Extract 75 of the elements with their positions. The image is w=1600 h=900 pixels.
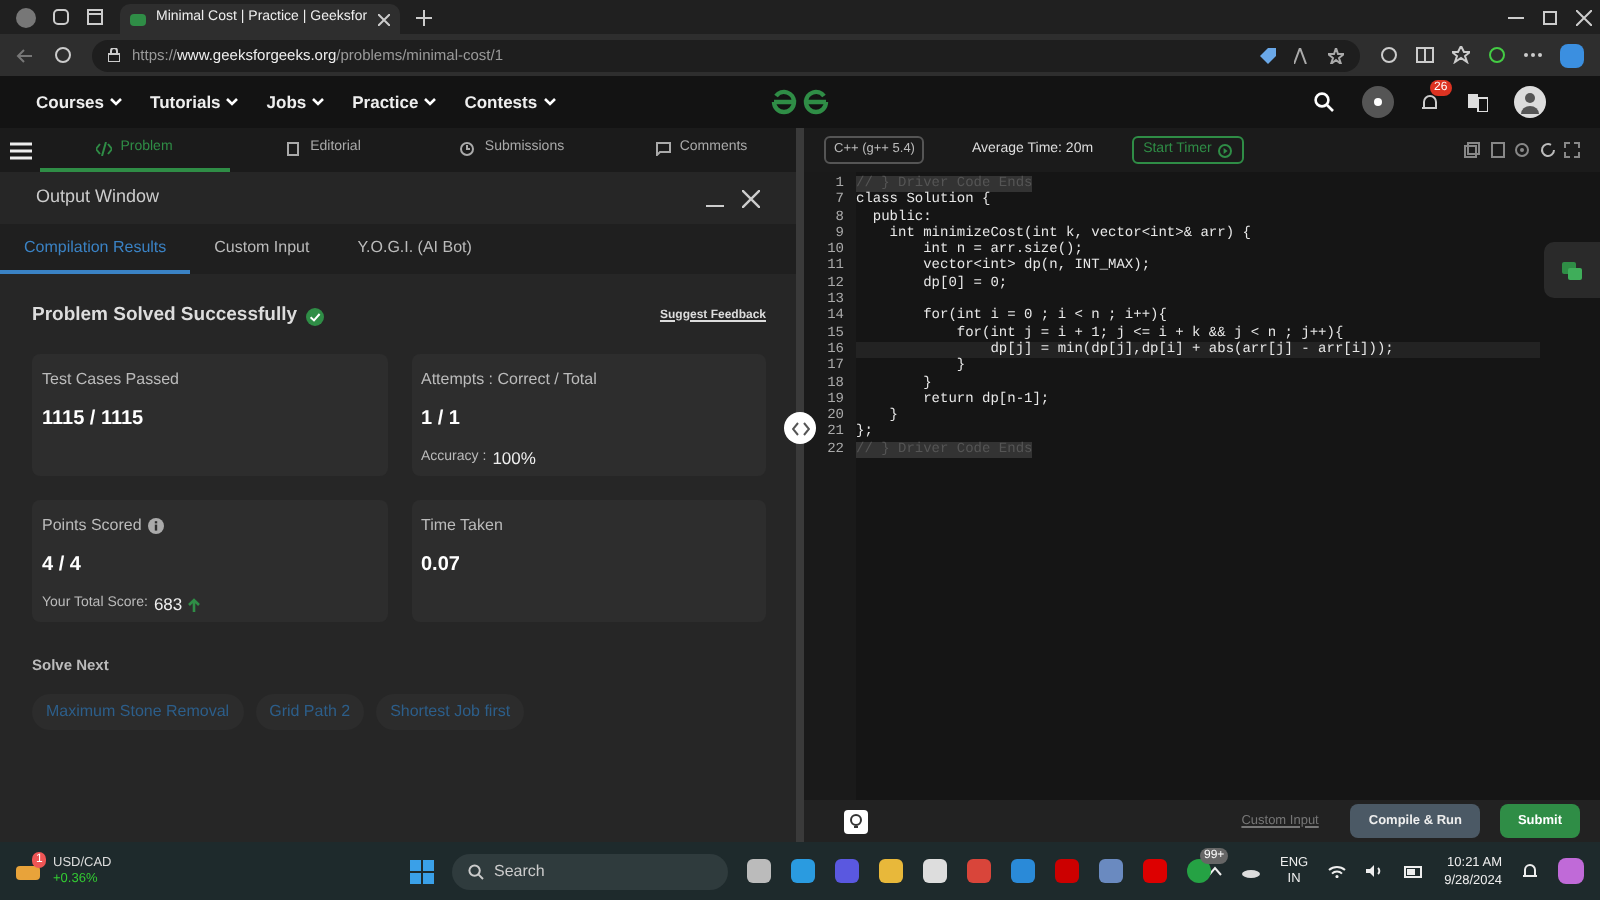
cloud-icon[interactable] [1241,865,1260,877]
copy-icon[interactable] [1464,142,1480,158]
file-icon[interactable] [1489,142,1505,158]
back-icon[interactable] [16,47,34,63]
output-tab[interactable]: Compilation Results [0,224,191,274]
stat-value: 4 / 4 [42,552,83,580]
favorites-icon[interactable] [1452,46,1470,64]
fullscreen-icon[interactable] [1564,142,1580,158]
menu-icon[interactable] [9,141,31,159]
more-icon[interactable] [1524,52,1542,58]
notification-bell-icon[interactable] [1522,862,1538,880]
chat-button[interactable] [1544,242,1600,298]
code-icon [96,141,113,155]
bell-icon[interactable] [1420,92,1440,112]
profile-avatar-icon[interactable] [16,7,36,27]
split-screen-icon[interactable] [1416,46,1434,64]
chevron-icon [226,98,239,106]
close-icon[interactable] [377,13,390,25]
chat-icon [1562,261,1582,279]
info-icon [147,518,164,534]
stat-label: Points Scored [42,514,142,538]
translate-icon[interactable] [1467,93,1487,111]
start-icon[interactable] [410,859,434,883]
output-tab[interactable]: Custom Input [190,224,334,274]
app-icon[interactable] [834,858,860,884]
clock-icon [460,141,477,155]
play-icon [1217,143,1232,157]
refresh-icon[interactable] [54,46,72,64]
note-value: 100% [492,446,536,472]
close-icon[interactable] [1575,9,1591,25]
stat-value: 0.07 [421,552,462,580]
search-field[interactable]: Search [452,853,728,889]
tab-actions-icon[interactable] [86,8,104,26]
tag-icon[interactable] [1260,47,1276,63]
user-avatar-icon[interactable] [1514,86,1546,118]
app-icon[interactable] [1054,858,1080,884]
stat-value: 1115 / 1115 [42,406,146,434]
nav-menu[interactable]: Practice [352,89,437,115]
stat-label: Time Taken [421,514,503,538]
chevron-icon [110,98,123,106]
workspaces-icon[interactable] [52,8,70,26]
check-circle-icon [305,307,324,325]
nav-menu[interactable]: Jobs [266,89,325,115]
chevron-icon [424,98,437,106]
stat-label: Attempts : Correct / Total [421,368,597,392]
lock-icon [108,48,120,62]
app-icon[interactable] [1098,858,1124,884]
battery-icon[interactable] [1404,865,1425,877]
app-icon[interactable] [966,858,992,884]
output-tab[interactable]: Y.O.G.I. (AI Bot) [333,224,496,274]
status-message: Problem Solved Successfully [32,301,298,330]
nav-menu[interactable]: Contests [464,89,556,115]
nav-menu[interactable]: Tutorials [150,89,239,115]
search-icon[interactable] [1314,92,1334,112]
volume-icon[interactable] [1366,864,1385,878]
search-icon [468,863,484,879]
reset-icon[interactable] [1539,142,1555,158]
wifi-icon[interactable] [1328,864,1347,878]
chevron-up-icon[interactable] [1207,866,1222,876]
close-icon[interactable] [742,189,760,207]
note-value: 683 [153,592,183,618]
panel-title: Output Window [36,184,160,211]
stat-value: 1 / 1 [421,406,462,434]
new-tab-icon[interactable] [416,9,432,25]
app-icon[interactable] [1010,858,1036,884]
favorite-star-icon[interactable] [1328,47,1344,63]
nav-menu[interactable]: Courses [36,89,123,115]
stat-label: Test Cases Passed [42,368,179,392]
comment-icon [655,141,672,155]
chevron-icon [543,98,556,106]
chevron-icon [312,98,325,106]
resize-arrows-icon [791,421,809,435]
document-icon [286,141,303,155]
lightbulb-icon[interactable] [844,809,868,833]
restore-icon[interactable] [1541,9,1557,25]
